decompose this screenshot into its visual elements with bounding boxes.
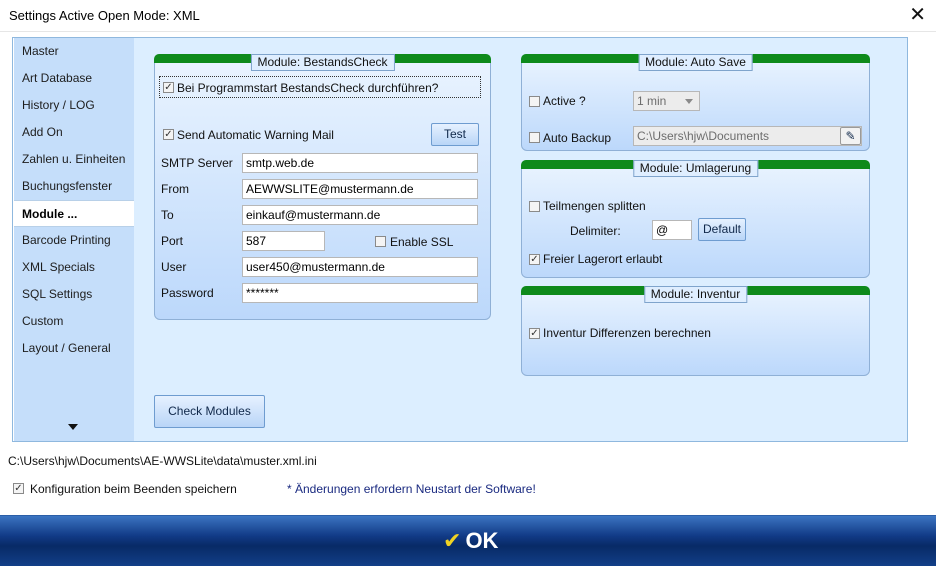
sidebar-item-layout-general[interactable]: Layout / General bbox=[14, 335, 134, 362]
default-button[interactable]: Default bbox=[698, 218, 746, 241]
free-storage-checkbox[interactable] bbox=[529, 254, 540, 265]
check-icon: ✔ bbox=[443, 528, 462, 553]
autosave-active-label: Active ? bbox=[543, 94, 586, 108]
ok-button[interactable]: ✔ OK bbox=[0, 515, 936, 566]
auto-backup-checkbox[interactable] bbox=[529, 132, 540, 143]
sidebar: Master Art Database History / LOG Add On… bbox=[14, 38, 134, 441]
auto-backup-label: Auto Backup bbox=[543, 131, 612, 145]
sidebar-item-barcode-printing[interactable]: Barcode Printing bbox=[14, 227, 134, 254]
autosave-active-checkbox[interactable] bbox=[529, 96, 540, 107]
umlagerung-panel: Module: Umlagerung Teilmengen splitten D… bbox=[521, 160, 870, 278]
autosave-panel: Module: Auto Save Active ? 1 min Auto Ba… bbox=[521, 54, 870, 151]
delimiter-input[interactable]: @ bbox=[652, 220, 692, 240]
sidebar-item-module[interactable]: Module ... bbox=[14, 200, 134, 227]
inventur-title: Module: Inventur bbox=[643, 286, 748, 303]
password-input[interactable]: ******* bbox=[242, 283, 478, 303]
free-storage-label: Freier Lagerort erlaubt bbox=[543, 252, 663, 266]
check-start-checkbox[interactable] bbox=[163, 82, 174, 93]
user-label: User bbox=[161, 260, 187, 274]
port-label: Port bbox=[161, 234, 184, 248]
ok-label-wrap: ✔ OK bbox=[443, 528, 498, 554]
scroll-down-icon[interactable] bbox=[68, 424, 78, 430]
delimiter-label: Delimiter: bbox=[570, 224, 621, 238]
sidebar-item-master[interactable]: Master bbox=[14, 38, 134, 65]
sidebar-item-history-log[interactable]: History / LOG bbox=[14, 92, 134, 119]
ssl-checkbox[interactable] bbox=[375, 236, 386, 247]
save-on-exit-checkbox[interactable] bbox=[13, 483, 24, 494]
split-label: Teilmengen splitten bbox=[543, 199, 646, 213]
check-modules-button[interactable]: Check Modules bbox=[154, 395, 265, 428]
to-input[interactable]: einkauf@mustermann.de bbox=[242, 205, 478, 225]
autosave-title: Module: Auto Save bbox=[638, 54, 753, 71]
inventur-panel: Module: Inventur Inventur Differenzen be… bbox=[521, 286, 870, 376]
test-button[interactable]: Test bbox=[431, 123, 479, 146]
backup-path-input[interactable]: C:\Users\hjw\Documents bbox=[633, 126, 862, 146]
send-mail-label: Send Automatic Warning Mail bbox=[177, 128, 334, 142]
check-start-label: Bei Programmstart BestandsCheck durchfüh… bbox=[177, 81, 439, 95]
port-input[interactable]: 587 bbox=[242, 231, 325, 251]
title-bar: Settings Active Open Mode: XML ✕ bbox=[0, 0, 936, 32]
save-on-exit-label: Konfiguration beim Beenden speichern bbox=[30, 482, 237, 496]
sidebar-item-zahlen-einheiten[interactable]: Zahlen u. Einheiten bbox=[14, 146, 134, 173]
to-label: To bbox=[161, 208, 174, 222]
sidebar-item-xml-specials[interactable]: XML Specials bbox=[14, 254, 134, 281]
bestandscheck-panel: Module: BestandsCheck Bei Programmstart … bbox=[154, 54, 491, 320]
ok-label: OK bbox=[465, 528, 499, 553]
window-title: Settings Active Open Mode: XML bbox=[9, 8, 200, 23]
restart-note: * Änderungen erfordern Neustart der Soft… bbox=[287, 482, 536, 496]
sidebar-item-custom[interactable]: Custom bbox=[14, 308, 134, 335]
sidebar-item-add-on[interactable]: Add On bbox=[14, 119, 134, 146]
bestandscheck-title: Module: BestandsCheck bbox=[250, 54, 395, 71]
chevron-down-icon bbox=[685, 99, 693, 104]
inventur-diff-label: Inventur Differenzen berechnen bbox=[543, 326, 711, 340]
umlagerung-title: Module: Umlagerung bbox=[632, 160, 759, 177]
sidebar-item-art-database[interactable]: Art Database bbox=[14, 65, 134, 92]
smtp-label: SMTP Server bbox=[161, 156, 233, 170]
send-mail-checkbox[interactable] bbox=[163, 129, 174, 140]
from-input[interactable]: AEWWSLITE@mustermann.de bbox=[242, 179, 478, 199]
config-path: C:\Users\hjw\Documents\AE-WWSLite\data\m… bbox=[8, 454, 317, 468]
inventur-diff-checkbox[interactable] bbox=[529, 328, 540, 339]
close-icon[interactable]: ✕ bbox=[909, 4, 926, 26]
ssl-label: Enable SSL bbox=[390, 235, 454, 249]
password-label: Password bbox=[161, 286, 214, 300]
sidebar-item-buchungsfenster[interactable]: Buchungsfenster bbox=[14, 173, 134, 200]
edit-path-button[interactable]: ✎ bbox=[840, 127, 861, 145]
split-checkbox[interactable] bbox=[529, 201, 540, 212]
autosave-interval-value: 1 min bbox=[637, 94, 667, 108]
module-content: Module: BestandsCheck Bei Programmstart … bbox=[134, 38, 907, 441]
pencil-icon: ✎ bbox=[845, 129, 856, 143]
from-label: From bbox=[161, 182, 189, 196]
sidebar-item-sql-settings[interactable]: SQL Settings bbox=[14, 281, 134, 308]
smtp-server-input[interactable]: smtp.web.de bbox=[242, 153, 478, 173]
user-input[interactable]: user450@mustermann.de bbox=[242, 257, 478, 277]
autosave-interval-select[interactable]: 1 min bbox=[633, 91, 700, 111]
